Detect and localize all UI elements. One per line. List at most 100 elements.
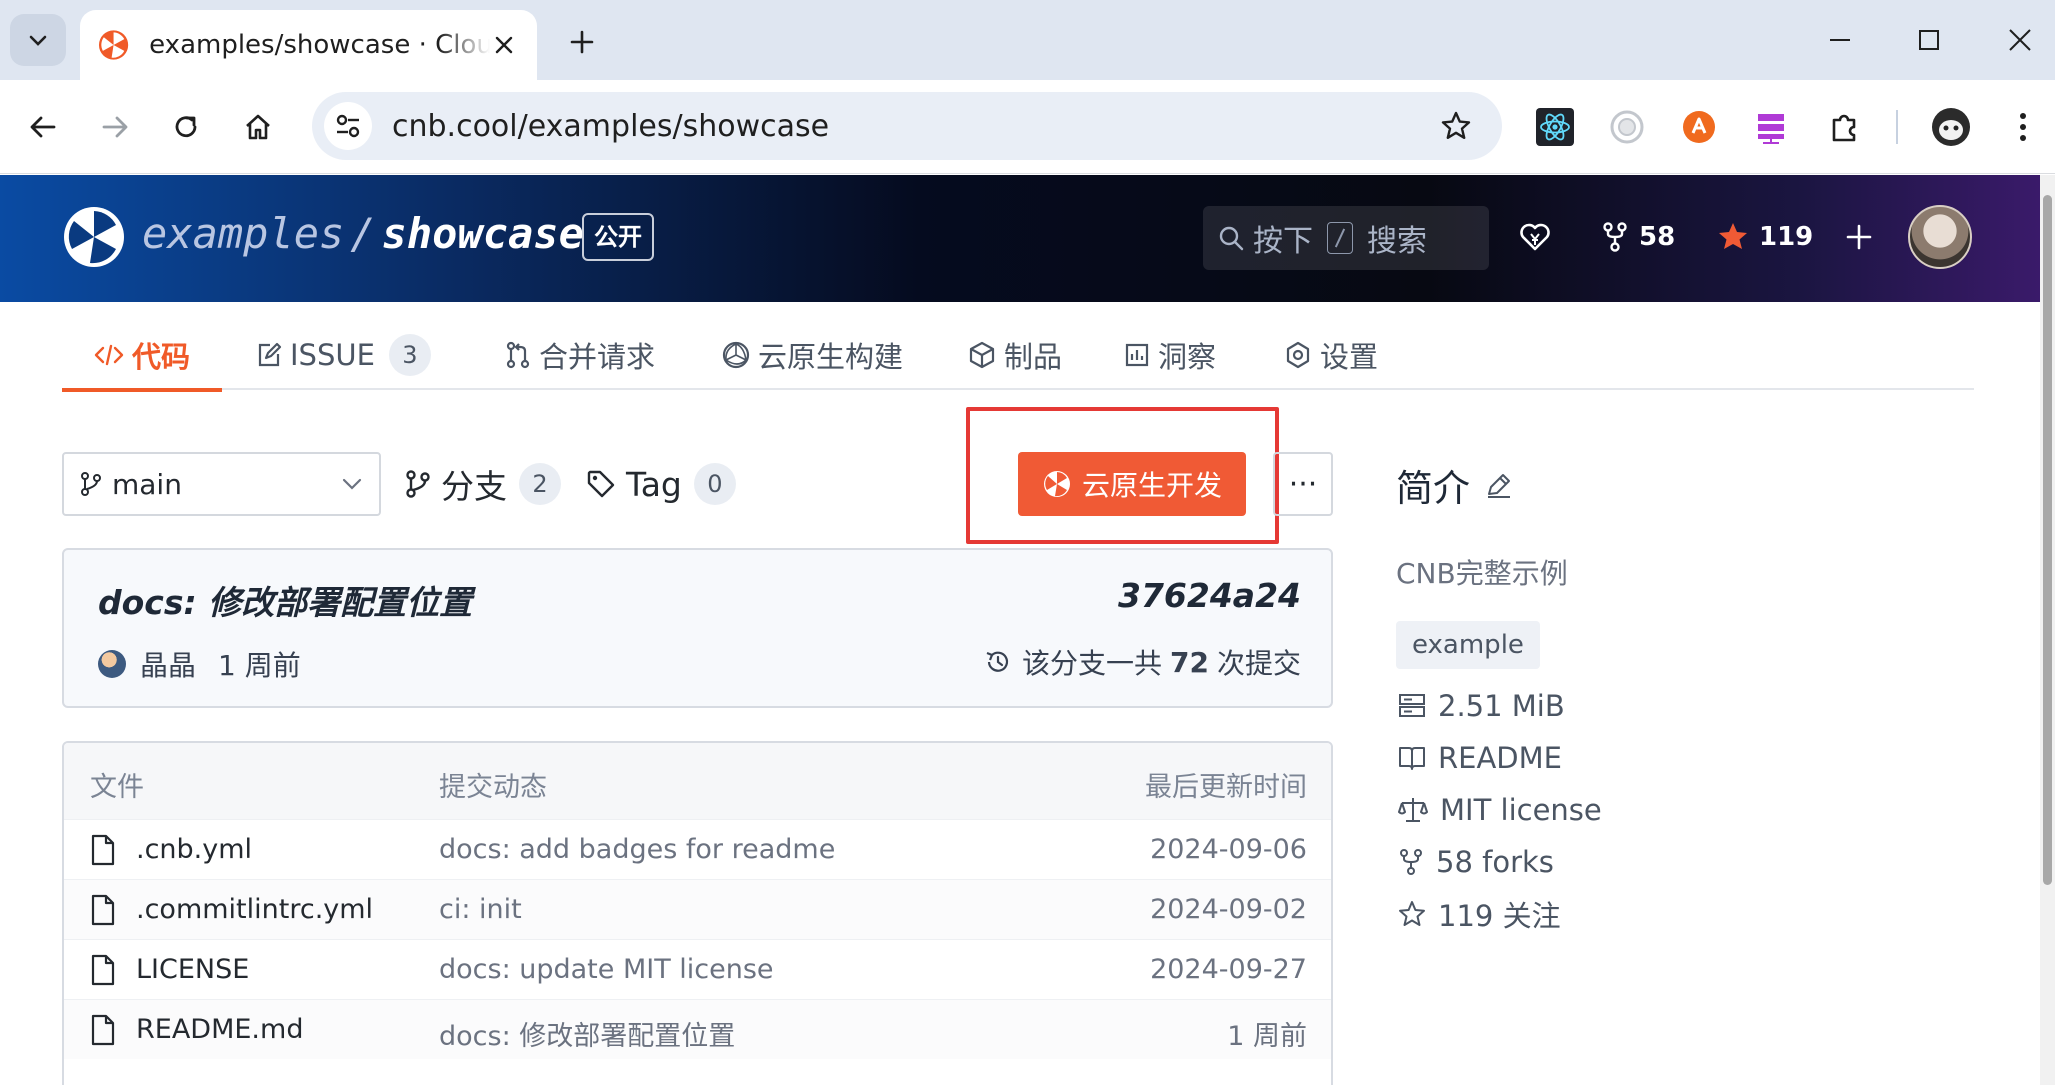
branch-selector[interactable]: main <box>62 452 381 516</box>
bookmark-star-button[interactable] <box>1440 110 1472 142</box>
scrollbar-thumb[interactable] <box>2043 195 2052 885</box>
commit-hash-link[interactable]: 37624a24 <box>1118 576 1301 615</box>
license-label: MIT license <box>1440 793 1602 827</box>
tab-build[interactable]: 云原生构建 <box>722 320 903 390</box>
file-name-link[interactable]: README.md <box>136 1014 303 1045</box>
sponsor-button[interactable] <box>1518 215 1562 259</box>
branches-label: 分支 <box>441 467 507 506</box>
browser-menu-button[interactable] <box>2000 104 2046 150</box>
edit-icon[interactable] <box>1484 470 1514 500</box>
tab-settings[interactable]: 设置 <box>1284 320 1378 390</box>
tab-search-button[interactable] <box>10 14 66 66</box>
tab-close-button[interactable] <box>490 30 519 60</box>
minimize-button[interactable] <box>1818 18 1862 62</box>
file-commit-message[interactable]: docs: 修改部署配置位置 <box>439 1014 735 1053</box>
tab-packages[interactable]: 制品 <box>968 320 1062 390</box>
close-icon <box>2009 29 2031 51</box>
tab-code-label: 代码 <box>132 340 191 374</box>
profile-button[interactable] <box>1928 104 1974 150</box>
file-name-link[interactable]: .cnb.yml <box>136 834 252 865</box>
repo-size: 2.51 MiB <box>1398 684 1565 728</box>
file-icon <box>91 954 115 986</box>
reload-button[interactable] <box>161 102 211 152</box>
orange-extension[interactable] <box>1676 104 1722 150</box>
react-devtools-extension[interactable] <box>1532 104 1578 150</box>
maximize-button[interactable] <box>1907 18 1951 62</box>
home-button[interactable] <box>233 102 283 152</box>
create-new-button[interactable] <box>1846 215 1882 259</box>
site-info-button[interactable] <box>324 102 372 150</box>
close-icon <box>496 36 513 54</box>
cnb-logo-icon[interactable] <box>62 205 126 269</box>
repo-owner-link[interactable]: examples <box>142 209 344 258</box>
file-commit-message[interactable]: docs: update MIT license <box>439 954 774 985</box>
back-button[interactable] <box>18 102 68 152</box>
issue-count-badge: 3 <box>388 334 431 376</box>
file-list-table: 文件 提交动态 最后更新时间 .cnb.yml docs: add badges… <box>62 741 1333 1085</box>
tab-pull-requests[interactable]: 合并请求 <box>505 320 655 390</box>
cloud-native-dev-button[interactable]: 云原生开发 <box>1018 452 1246 516</box>
new-tab-button[interactable] <box>560 20 604 64</box>
orange-badge-icon <box>1683 111 1715 143</box>
address-bar[interactable]: cnb.cool/examples/showcase <box>312 92 1502 160</box>
file-commit-message[interactable]: docs: add badges for readme <box>439 834 835 865</box>
commit-message-link[interactable]: docs: 修改部署配置位置 <box>98 576 472 624</box>
purple-extension[interactable] <box>1748 104 1794 150</box>
column-header-updated: 最后更新时间 <box>1145 772 1307 803</box>
repo-nav-tabs: 代码 ISSUE 3 合并请求 云原生构建 制品 洞察 设置 <box>62 320 1974 392</box>
page-scrollbar[interactable] <box>2040 175 2055 1085</box>
forward-button[interactable] <box>90 102 140 152</box>
file-commit-message[interactable]: ci: init <box>439 894 522 925</box>
table-row[interactable]: README.md docs: 修改部署配置位置 1 周前 <box>64 999 1331 1059</box>
tab-settings-label: 设置 <box>1320 340 1379 374</box>
url-text[interactable]: cnb.cool/examples/showcase <box>392 109 829 144</box>
about-title-text: 简介 <box>1396 467 1470 510</box>
fork-count: 58 <box>1639 222 1676 252</box>
table-row[interactable]: .commitlintrc.yml ci: init 2024-09-02 <box>64 879 1331 939</box>
star-outline-icon <box>1441 111 1471 139</box>
search-button[interactable]: 按下 搜索 <box>1203 206 1489 270</box>
tags-link[interactable]: Tag 0 <box>586 456 736 512</box>
commit-history-link[interactable]: 该分支一共 72 次提交 <box>984 642 1301 682</box>
forks-link[interactable]: 58 forks <box>1398 840 1554 884</box>
star-button[interactable]: 119 <box>1717 215 1813 259</box>
commit-author: 晶晶 1 周前 <box>98 644 301 684</box>
file-name-link[interactable]: LICENSE <box>136 954 249 985</box>
fork-button[interactable]: 58 <box>1601 215 1675 259</box>
search-prefix-text: 按下 <box>1253 224 1313 259</box>
user-avatar[interactable] <box>1908 205 1972 269</box>
tab-issue[interactable]: ISSUE 3 <box>256 320 431 390</box>
file-name-link[interactable]: .commitlintrc.yml <box>136 894 373 925</box>
repo-name-link[interactable]: showcase <box>382 209 584 258</box>
tab-insights-label: 洞察 <box>1158 340 1217 374</box>
fork-icon <box>1400 849 1422 875</box>
table-row[interactable]: .cnb.yml docs: add badges for readme 202… <box>64 819 1331 879</box>
table-row[interactable]: LICENSE docs: update MIT license 2024-09… <box>64 939 1331 999</box>
file-icon <box>91 834 115 866</box>
table-header: 文件 提交动态 最后更新时间 <box>64 743 1331 819</box>
tags-label: Tag <box>626 464 682 504</box>
commit-total-count: 72 <box>1170 645 1209 679</box>
grey-extension[interactable] <box>1604 104 1650 150</box>
tab-code[interactable]: 代码 <box>62 320 222 392</box>
fork-icon <box>1603 222 1627 252</box>
close-window-button[interactable] <box>1998 18 2042 62</box>
arrow-left-icon <box>30 116 56 138</box>
readme-label: README <box>1438 741 1562 775</box>
tune-icon <box>336 114 360 138</box>
browser-tab-active[interactable]: examples/showcase · Cloud Native Build <box>80 10 537 80</box>
branches-link[interactable]: 分支 2 <box>405 456 561 512</box>
more-actions-button[interactable]: ··· <box>1273 452 1333 516</box>
readme-link[interactable]: README <box>1398 736 1562 780</box>
star-filled-icon <box>1719 223 1747 249</box>
topic-tag[interactable]: example <box>1396 621 1540 669</box>
reload-icon <box>175 116 197 138</box>
column-header-commit: 提交动态 <box>439 772 547 803</box>
watchers-link[interactable]: 119 关注 <box>1398 892 1561 936</box>
plus-icon <box>1846 224 1872 250</box>
extensions-menu-button[interactable] <box>1822 104 1868 150</box>
avatar[interactable] <box>98 650 126 678</box>
license-link[interactable]: MIT license <box>1398 788 1602 832</box>
commit-author-name[interactable]: 晶晶 <box>140 644 196 684</box>
tab-insights[interactable]: 洞察 <box>1124 320 1216 390</box>
